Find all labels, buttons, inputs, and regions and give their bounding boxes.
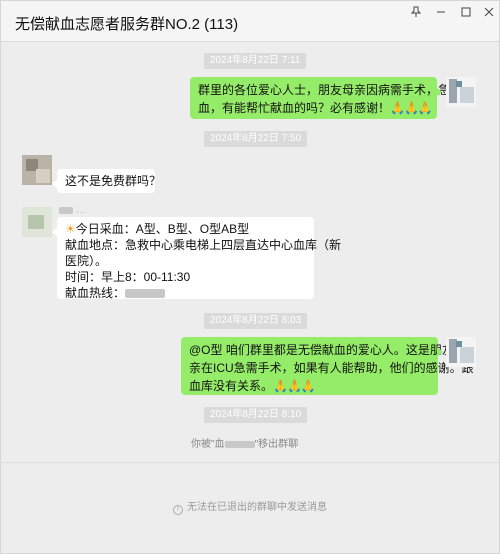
minimize-icon[interactable]	[430, 3, 452, 21]
message-text: 献血地点：急救中心乘电梯上四层直达中心血库（新	[65, 238, 342, 252]
own-avatar[interactable]	[446, 337, 476, 367]
title-bar: 无偿献血志愿者服务群NO.2 (113)	[1, 1, 499, 41]
message-text: 医院）。	[65, 254, 108, 268]
message-text: 血库没有关系。🙏🙏🙏	[189, 379, 316, 393]
info-icon: !	[173, 505, 183, 515]
timestamp: 2024年8月22日 8:10	[204, 407, 308, 423]
message-text: 时间：早上8：00-11:30	[65, 270, 191, 284]
message-text: 群里的各位爱心人士，朋友母亲因病需手术，急需用	[198, 83, 475, 97]
chat-title: 无偿献血志愿者服务群NO.2 (113)	[15, 16, 239, 33]
incoming-message-bubble[interactable]: 这不是免费群吗？	[52, 169, 162, 193]
timestamp: 2024年8月22日 8:03	[204, 313, 308, 329]
message-text: 这不是免费群吗？	[65, 174, 162, 188]
pray-emoji-icon: 🙏🙏🙏	[273, 379, 316, 393]
message-text: ☀今日采血：A型、B型、O型AB型	[65, 222, 250, 236]
pin-icon[interactable]	[405, 3, 427, 21]
input-divider	[1, 462, 499, 463]
maximize-icon[interactable]	[455, 3, 477, 21]
chat-window: 无偿献血志愿者服务群NO.2 (113) 2024年8月22日 7:11 群里的…	[0, 0, 500, 554]
message-text: 血，有能帮忙献血的吗？必有感谢！🙏🙏🙏	[198, 101, 433, 115]
input-disabled-notice: ! 无法在已退出的群聊中发送消息	[1, 498, 499, 515]
own-avatar[interactable]	[446, 77, 476, 107]
title-divider	[1, 41, 499, 42]
sender-avatar[interactable]	[22, 207, 52, 237]
redacted-name	[224, 440, 255, 448]
sun-emoji-icon: ☀	[65, 222, 76, 236]
message-text: @O型 咱们群里都是无偿献血的爱心人。这是朋友母	[189, 343, 466, 357]
message-text: 亲在ICU急需手术，如果有人能帮助，他们的感谢。跟	[189, 361, 474, 375]
pray-emoji-icon: 🙏🙏🙏	[390, 101, 433, 115]
sender-avatar[interactable]	[22, 155, 52, 185]
close-icon[interactable]	[478, 3, 500, 21]
system-notice: 你被"血 "移出群聊	[191, 439, 299, 450]
own-message-bubble[interactable]: 群里的各位爱心人士，朋友母亲因病需手术，急需用 血，有能帮忙献血的吗？必有感谢！…	[190, 77, 475, 119]
sender-name: …	[59, 205, 86, 216]
message-text: 献血热线：	[65, 285, 306, 301]
timestamp: 2024年8月22日 7:11	[204, 53, 307, 69]
timestamp: 2024年8月22日 7:50	[204, 131, 308, 147]
redacted-phone	[125, 289, 166, 299]
own-message-bubble[interactable]: @O型 咱们群里都是无偿献血的爱心人。这是朋友母 亲在ICU急需手术，如果有人能…	[181, 337, 474, 395]
incoming-message-bubble[interactable]: ☀今日采血：A型、B型、O型AB型 献血地点：急救中心乘电梯上四层直达中心血库（…	[52, 217, 342, 301]
